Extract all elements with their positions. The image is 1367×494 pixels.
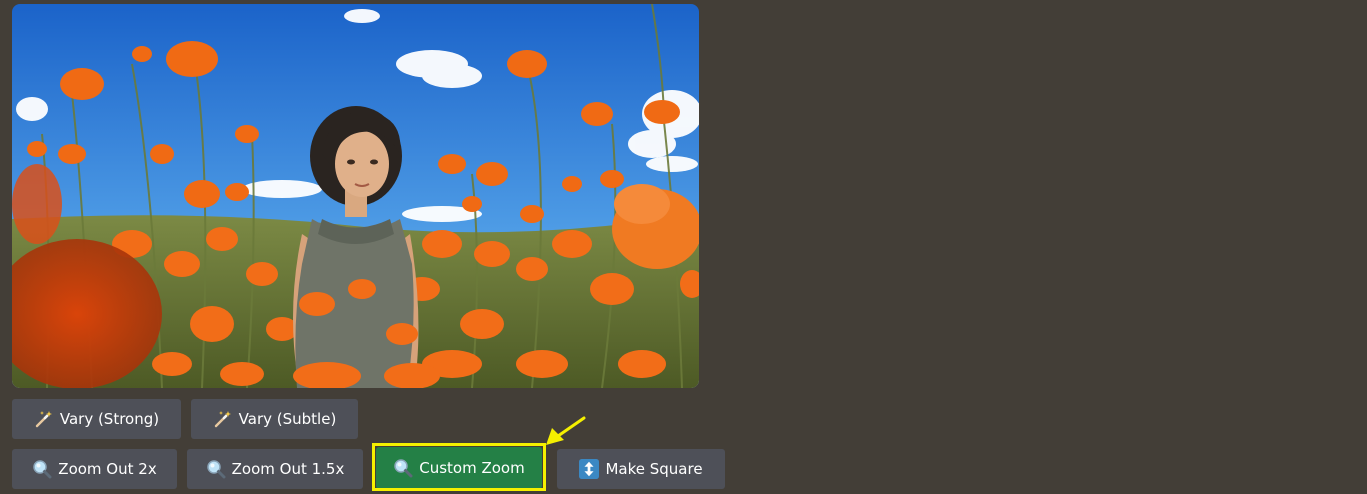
custom-zoom-label: Custom Zoom bbox=[419, 459, 525, 477]
chat-message-area: Vary (Strong) Vary (Subtle) Zoom Out 2x bbox=[0, 0, 1367, 494]
zoom-out-2x-button[interactable]: Zoom Out 2x bbox=[12, 449, 177, 489]
magic-wand-icon bbox=[213, 409, 233, 429]
magnifier-icon bbox=[32, 459, 52, 479]
magic-wand-icon bbox=[34, 409, 54, 429]
generated-image[interactable] bbox=[12, 4, 699, 388]
vary-strong-label: Vary (Strong) bbox=[59, 410, 160, 428]
custom-zoom-button[interactable]: Custom Zoom bbox=[376, 447, 542, 489]
vary-subtle-label: Vary (Subtle) bbox=[238, 410, 337, 428]
vary-subtle-button[interactable]: Vary (Subtle) bbox=[191, 399, 358, 439]
yellow-pointer-arrow-icon bbox=[546, 416, 586, 445]
girl-figure bbox=[293, 106, 419, 388]
poppy-field-girl-image bbox=[12, 4, 699, 388]
zoom-out-2x-label: Zoom Out 2x bbox=[58, 460, 157, 478]
make-square-label: Make Square bbox=[605, 460, 703, 478]
up-down-arrow-icon bbox=[579, 459, 600, 479]
vary-strong-button[interactable]: Vary (Strong) bbox=[12, 399, 181, 439]
make-square-button[interactable]: Make Square bbox=[557, 449, 725, 489]
magnifier-icon bbox=[206, 459, 226, 479]
zoom-out-1-5x-label: Zoom Out 1.5x bbox=[231, 460, 345, 478]
magnifier-icon bbox=[393, 458, 413, 478]
zoom-out-1-5x-button[interactable]: Zoom Out 1.5x bbox=[187, 449, 363, 489]
